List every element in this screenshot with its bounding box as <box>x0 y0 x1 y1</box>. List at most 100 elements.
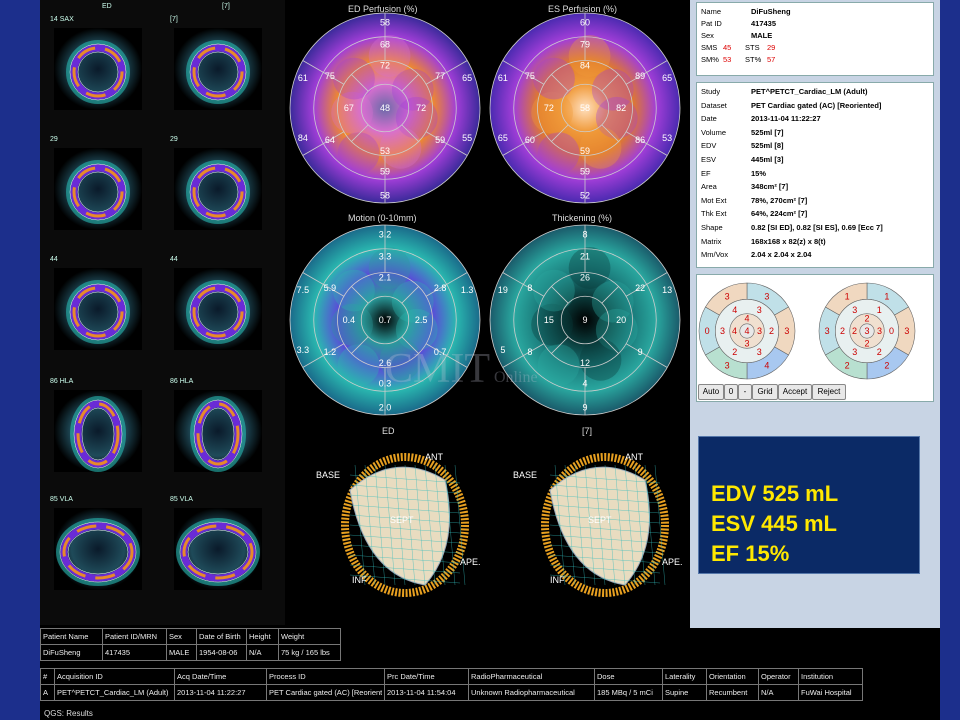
segment-score: 2 <box>877 347 882 357</box>
grid-button[interactable]: Grid <box>752 384 778 400</box>
ed-perfusion-map-value: 58 <box>380 18 390 28</box>
es-perfusion-map-value: 65 <box>662 73 672 83</box>
thickening-map-value: 22 <box>635 283 645 293</box>
es-perfusion-map-value: 89 <box>635 71 645 81</box>
segment-score: 3 <box>852 347 857 357</box>
table-cell[interactable]: MALE <box>169 648 194 657</box>
minus-button[interactable]: - <box>738 384 752 400</box>
reject-button[interactable]: Reject <box>812 384 846 400</box>
info-row: Mm/Vox 2.04 x 2.04 x 2.04 <box>701 250 811 259</box>
es-perfusion-map-value: 79 <box>580 39 590 49</box>
table-cell[interactable]: DiFuSheng <box>43 648 100 657</box>
table-cell[interactable]: 75 kg / 165 lbs <box>281 648 338 657</box>
table-cell[interactable]: 1954-08-06 <box>199 648 244 657</box>
es-perfusion-title: ES Perfusion (%) <box>548 4 618 14</box>
info-row: Matrix 168x168 x 82(z) x 8(t) <box>701 237 826 246</box>
thickening-map-value: 19 <box>498 285 508 295</box>
auto-button[interactable]: Auto <box>698 384 724 400</box>
table-cell[interactable]: 2013-11-04 11:54:04 <box>387 688 466 697</box>
table-header: Dose <box>597 672 615 681</box>
ed-perfusion-map-value: 58 <box>380 190 390 200</box>
table-cell[interactable]: Supine <box>665 688 704 697</box>
segment-score: 0 <box>889 326 894 336</box>
table-cell[interactable]: 185 MBq / 5 mCi <box>597 688 660 697</box>
score-key: SM% <box>701 55 719 64</box>
info-key: Pat ID <box>701 19 722 28</box>
table-header: Date of Birth <box>199 632 241 641</box>
score-map-right: 1322311023232322 3 <box>818 282 916 380</box>
table-cell[interactable]: 417435 <box>105 648 164 657</box>
lv-mesh-views <box>341 453 669 597</box>
table-cell[interactable]: A <box>43 688 52 697</box>
table-cell[interactable]: Unknown Radiopharmaceutical <box>471 688 592 697</box>
table-header: RadioPharmaceutical <box>471 672 543 681</box>
segment-score: 3 <box>877 326 882 336</box>
table-header: Weight <box>281 632 305 641</box>
summary-edv: EDV 525 mL <box>711 481 839 506</box>
ed-perfusion-title: ED Perfusion (%) <box>348 4 418 14</box>
info-value: 0.82 [SI ED], 0.82 [SI ES], 0.69 [Ecc 7] <box>751 223 883 232</box>
slice-image <box>54 148 142 230</box>
table-header: Orientation <box>709 672 746 681</box>
info-key: Matrix <box>701 236 722 246</box>
score-map-left: 3343033232344334 4 <box>698 282 796 380</box>
slice-label: 29 <box>50 136 58 143</box>
motion-map-value: 5.9 <box>324 283 337 293</box>
motion-title: Motion (0-10mm) <box>348 213 417 223</box>
table-cell[interactable]: Recumbent <box>709 688 756 697</box>
segment-score: 4 <box>764 361 769 371</box>
es-perfusion-map: 60 79 84 89 75 61 65 72 58 82 59 86 60 65 59 52 53 <box>489 12 681 204</box>
info-key: Shape <box>701 223 723 232</box>
segment-score: 3 <box>904 326 909 336</box>
info-key: Name <box>701 7 722 16</box>
segment-score: 3 <box>764 291 769 301</box>
es-perfusion-map-value: 59 <box>580 146 590 156</box>
slice-1-left: 14 SAX <box>48 10 148 115</box>
lv-mesh-right <box>541 453 669 597</box>
thickening-map-value: 8 <box>582 230 587 240</box>
info-row: Date 2013-11-04 11:22:27 <box>701 114 821 123</box>
segment-score: 3 <box>720 326 725 336</box>
table-header: Sex <box>169 632 182 641</box>
segment-score: 2 <box>840 326 845 336</box>
table-cell[interactable]: 2013-11-04 11:22:27 <box>177 688 264 697</box>
slice-label: 14 SAX <box>50 16 74 23</box>
motion-map-value: 0.4 <box>343 315 356 325</box>
accept-button[interactable]: Accept <box>778 384 812 400</box>
ed-perfusion-map-value: 65 <box>462 73 472 83</box>
motion-caption: ED <box>382 426 395 436</box>
zero-button[interactable]: 0 <box>724 384 738 400</box>
slice-tag-right: [7] <box>222 3 230 10</box>
es-perfusion-map-value: 84 <box>580 60 590 70</box>
table-cell[interactable]: PET^PETCT_Cardiac_LM (Adult) <box>57 688 172 697</box>
info-row: Dataset PET Cardiac gated (AC) [Reoriente… <box>701 101 881 110</box>
scoring-box: 3343033232344334413223110232323223 <box>696 274 934 402</box>
mesh-left-ant: ANT <box>425 452 443 462</box>
watermark-sub: Online <box>494 369 538 386</box>
table-cell[interactable]: N/A <box>761 688 796 697</box>
info-value: PET Cardiac gated (AC) [Reoriented] <box>751 100 882 110</box>
slice-3-left: 44 <box>48 250 148 355</box>
motion-map-value: 7.5 <box>297 285 310 295</box>
info-key: Thk Ext <box>701 209 727 219</box>
table-cell[interactable]: N/A <box>249 648 276 657</box>
info-row: EF 15% <box>701 169 766 178</box>
mesh-left-ape: APE. <box>460 557 481 567</box>
info-key: Mm/Vox <box>701 250 729 260</box>
segment-score: 1 <box>845 291 850 301</box>
motion-map-value: 2.5 <box>415 315 428 325</box>
slice-image <box>174 508 262 590</box>
ed-perfusion-map-value: 48 <box>380 103 390 113</box>
slice-image <box>54 508 142 590</box>
motion-map-value: 3.2 <box>379 230 392 240</box>
table-cell[interactable]: PET Cardiac gated (AC) [Reoriented] <box>269 688 382 697</box>
es-perfusion-map-value: 60 <box>580 18 590 28</box>
info-value: 445ml [3] <box>751 155 784 164</box>
info-value: 2013-11-04 11:22:27 <box>751 114 821 124</box>
slice-2-right: 29 <box>168 130 268 235</box>
segment-score: 2 <box>769 326 774 336</box>
table-cell[interactable]: FuWai Hospital <box>801 688 860 697</box>
info-value: PET^PETCT_Cardiac_LM (Adult) <box>751 87 868 96</box>
table-header: Institution <box>801 672 834 681</box>
es-perfusion-map-value: 59 <box>580 167 590 177</box>
